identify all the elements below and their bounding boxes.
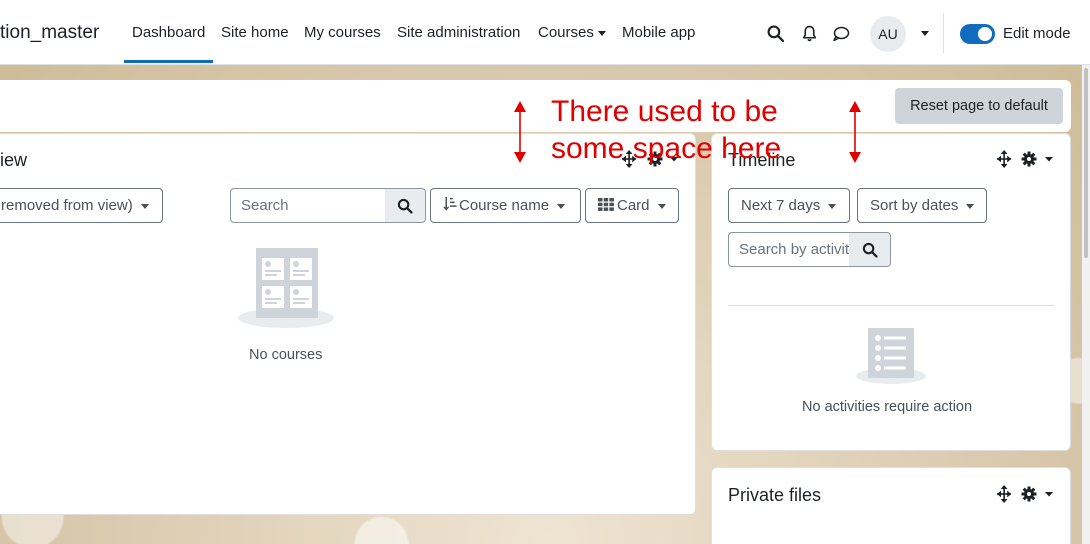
timeline-block-controls (997, 150, 1057, 173)
navbar-divider (943, 13, 944, 53)
timeline-divider (728, 305, 1054, 306)
sort-alpha-icon (443, 190, 459, 223)
user-avatar[interactable]: AU (870, 16, 906, 52)
reset-page-button[interactable]: Reset page to default (895, 88, 1063, 124)
course-search-button[interactable] (385, 188, 426, 223)
grouping-filter-label: removed from view) (1, 197, 133, 214)
chevron-down-icon (597, 30, 606, 36)
gear-icon (1021, 486, 1037, 502)
private-files-block-controls (997, 485, 1057, 508)
course-search-input[interactable]: Search (230, 188, 386, 223)
annotation-text: There used to be some space here (551, 93, 781, 167)
nav-item-site-administration[interactable]: Site administration (397, 24, 520, 41)
annotation-line-2: some space here (551, 132, 782, 165)
move-icon (997, 150, 1012, 168)
private-files-title: Private files (728, 485, 822, 505)
gear-icon (1021, 151, 1037, 167)
user-menu-chevron-down-icon[interactable] (921, 31, 929, 36)
nav-item-mobile-app[interactable]: Mobile app (622, 24, 695, 41)
chevron-down-icon (140, 203, 149, 209)
sort-dropdown[interactable]: Course name (430, 188, 581, 223)
annotation-double-arrow-icon (849, 101, 861, 163)
no-courses-illustration (238, 246, 336, 335)
annotation-double-arrow-icon (514, 101, 526, 163)
course-overview-title: iew (0, 150, 28, 170)
chat-bubble-icon[interactable] (832, 25, 850, 47)
nav-item-courses-label: Courses (538, 24, 594, 41)
search-icon (397, 198, 413, 213)
chevron-down-icon (966, 203, 975, 209)
timeline-sort-label: Sort by dates (870, 197, 959, 214)
site-brand[interactable]: tion_master (0, 22, 99, 44)
annotation-line-1: There used to be (551, 95, 778, 128)
nav-item-my-courses[interactable]: My courses (304, 24, 381, 41)
nav-item-dashboard[interactable]: Dashboard (132, 24, 205, 41)
chevron-down-icon (1045, 157, 1053, 162)
edit-mode-label: Edit mode (1003, 25, 1071, 42)
no-activities-illustration (855, 326, 927, 391)
timeline-range-dropdown[interactable]: Next 7 days (728, 188, 850, 223)
nav-item-courses[interactable]: Courses (538, 24, 606, 41)
top-navbar: tion_master Dashboard Site home My cours… (0, 0, 1090, 65)
page-scrollbar-thumb[interactable] (1084, 68, 1088, 258)
timeline-sort-dropdown[interactable]: Sort by dates (857, 188, 987, 223)
bell-icon[interactable] (801, 25, 818, 47)
chevron-down-icon (557, 203, 566, 209)
chevron-down-icon (1045, 492, 1053, 497)
view-mode-dropdown[interactable]: Card (585, 188, 679, 223)
search-icon (862, 242, 877, 257)
sort-dropdown-label: Course name (459, 197, 550, 214)
timeline-range-label: Next 7 days (741, 197, 821, 214)
no-activities-message: No activities require action (802, 399, 973, 415)
view-mode-label: Card (617, 197, 650, 214)
edit-mode-toggle[interactable] (960, 24, 995, 44)
no-courses-message: No courses (249, 347, 323, 363)
nav-item-site-home[interactable]: Site home (221, 24, 289, 41)
timeline-search-input[interactable]: Search by activity (728, 232, 850, 267)
grid-icon (598, 190, 617, 223)
chevron-down-icon (828, 203, 837, 209)
grouping-filter-dropdown[interactable]: removed from view) (0, 188, 163, 223)
active-nav-indicator (124, 60, 213, 63)
move-icon (997, 485, 1012, 503)
chevron-down-icon (657, 203, 666, 209)
search-icon[interactable] (767, 25, 785, 47)
timeline-search-button[interactable] (849, 232, 891, 267)
